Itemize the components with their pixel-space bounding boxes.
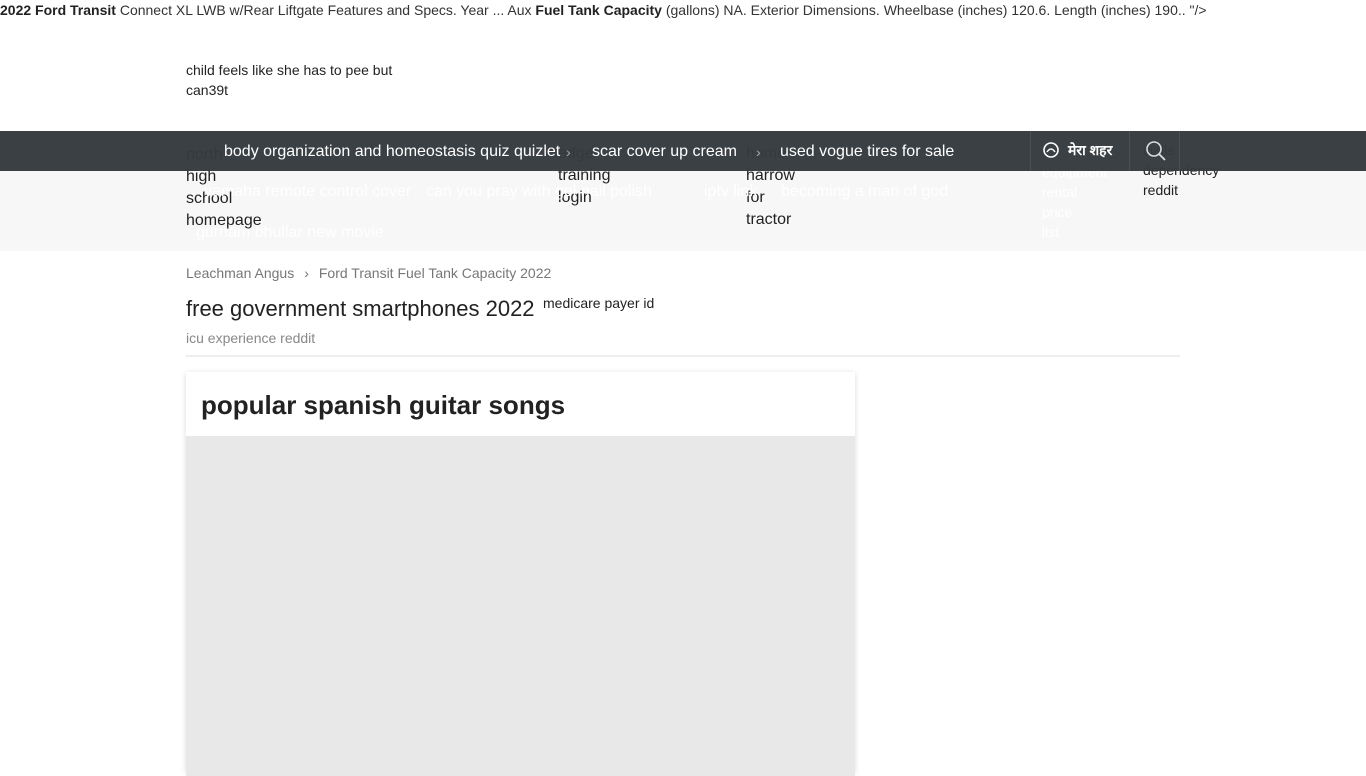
nav-link-1[interactable]: body organization and homeostasis quiz q… (224, 143, 560, 161)
snippet-bold: 2022 Ford Transit (0, 2, 116, 18)
divider (1179, 131, 1180, 171)
top-snippet: 2022 Ford Transit Connect XL LWB w/Rear … (0, 2, 1207, 18)
ghost-link[interactable]: gurnam bhullar new movie (196, 224, 384, 242)
word: reddit (1143, 182, 1179, 198)
breadcrumb: Leachman Angus › Ford Transit Fuel Tank Ca… (186, 265, 561, 281)
page-title: free government smartphones 2022 (186, 296, 535, 321)
search-icon (1146, 141, 1166, 161)
divider (1129, 131, 1130, 171)
word: list (1042, 224, 1060, 240)
nav-separator: › (756, 144, 761, 160)
article-card: popular spanish guitar songs (186, 372, 855, 776)
word: rental (1042, 184, 1078, 200)
card-title: popular spanish guitar songs (201, 390, 566, 420)
image-placeholder (186, 436, 855, 776)
snippet-text: (gallons) NA. Exterior Dimensions. Wheel… (661, 2, 1207, 18)
breadcrumb-separator: › (304, 265, 309, 281)
divider (1030, 131, 1031, 171)
title-sup: medicare payer id (543, 295, 655, 311)
nav-link-3[interactable]: used vogue tires for sale (780, 143, 954, 161)
divider (186, 355, 1180, 357)
ghost-link[interactable]: becoming a man of god (781, 183, 948, 201)
search-button[interactable] (1145, 140, 1167, 167)
city-label: मेरा शहर (1068, 142, 1113, 158)
my-city-button[interactable]: मेरा शहर (1042, 141, 1112, 160)
nav-link-2[interactable]: scar cover up cream (592, 143, 737, 161)
ghost-link[interactable]: iptv link (704, 183, 757, 201)
breadcrumb-link[interactable]: Leachman Angus (186, 265, 294, 281)
under-nav-link-4[interactable]: equipment rental price list (1042, 162, 1107, 242)
breadcrumb-current[interactable]: Ford Transit Fuel Tank Capacity 2022 (319, 265, 551, 281)
ghost-link[interactable]: can you pray with gel nail polish (426, 183, 652, 201)
word: price (1042, 204, 1073, 220)
snippet-text: Connect XL LWB w/Rear Liftgate Features … (115, 2, 536, 18)
nav-separator: › (566, 144, 571, 160)
header-text: child feels like she has to pee but can3… (186, 62, 393, 98)
word: tractor (746, 211, 792, 228)
city-pin-icon (1043, 141, 1059, 158)
snippet-bold: Fuel Tank Capacity (535, 2, 662, 18)
ghost-link[interactable]: yamaha remote control cover (204, 183, 411, 201)
page-subtitle: icu experience reddit (186, 330, 316, 346)
